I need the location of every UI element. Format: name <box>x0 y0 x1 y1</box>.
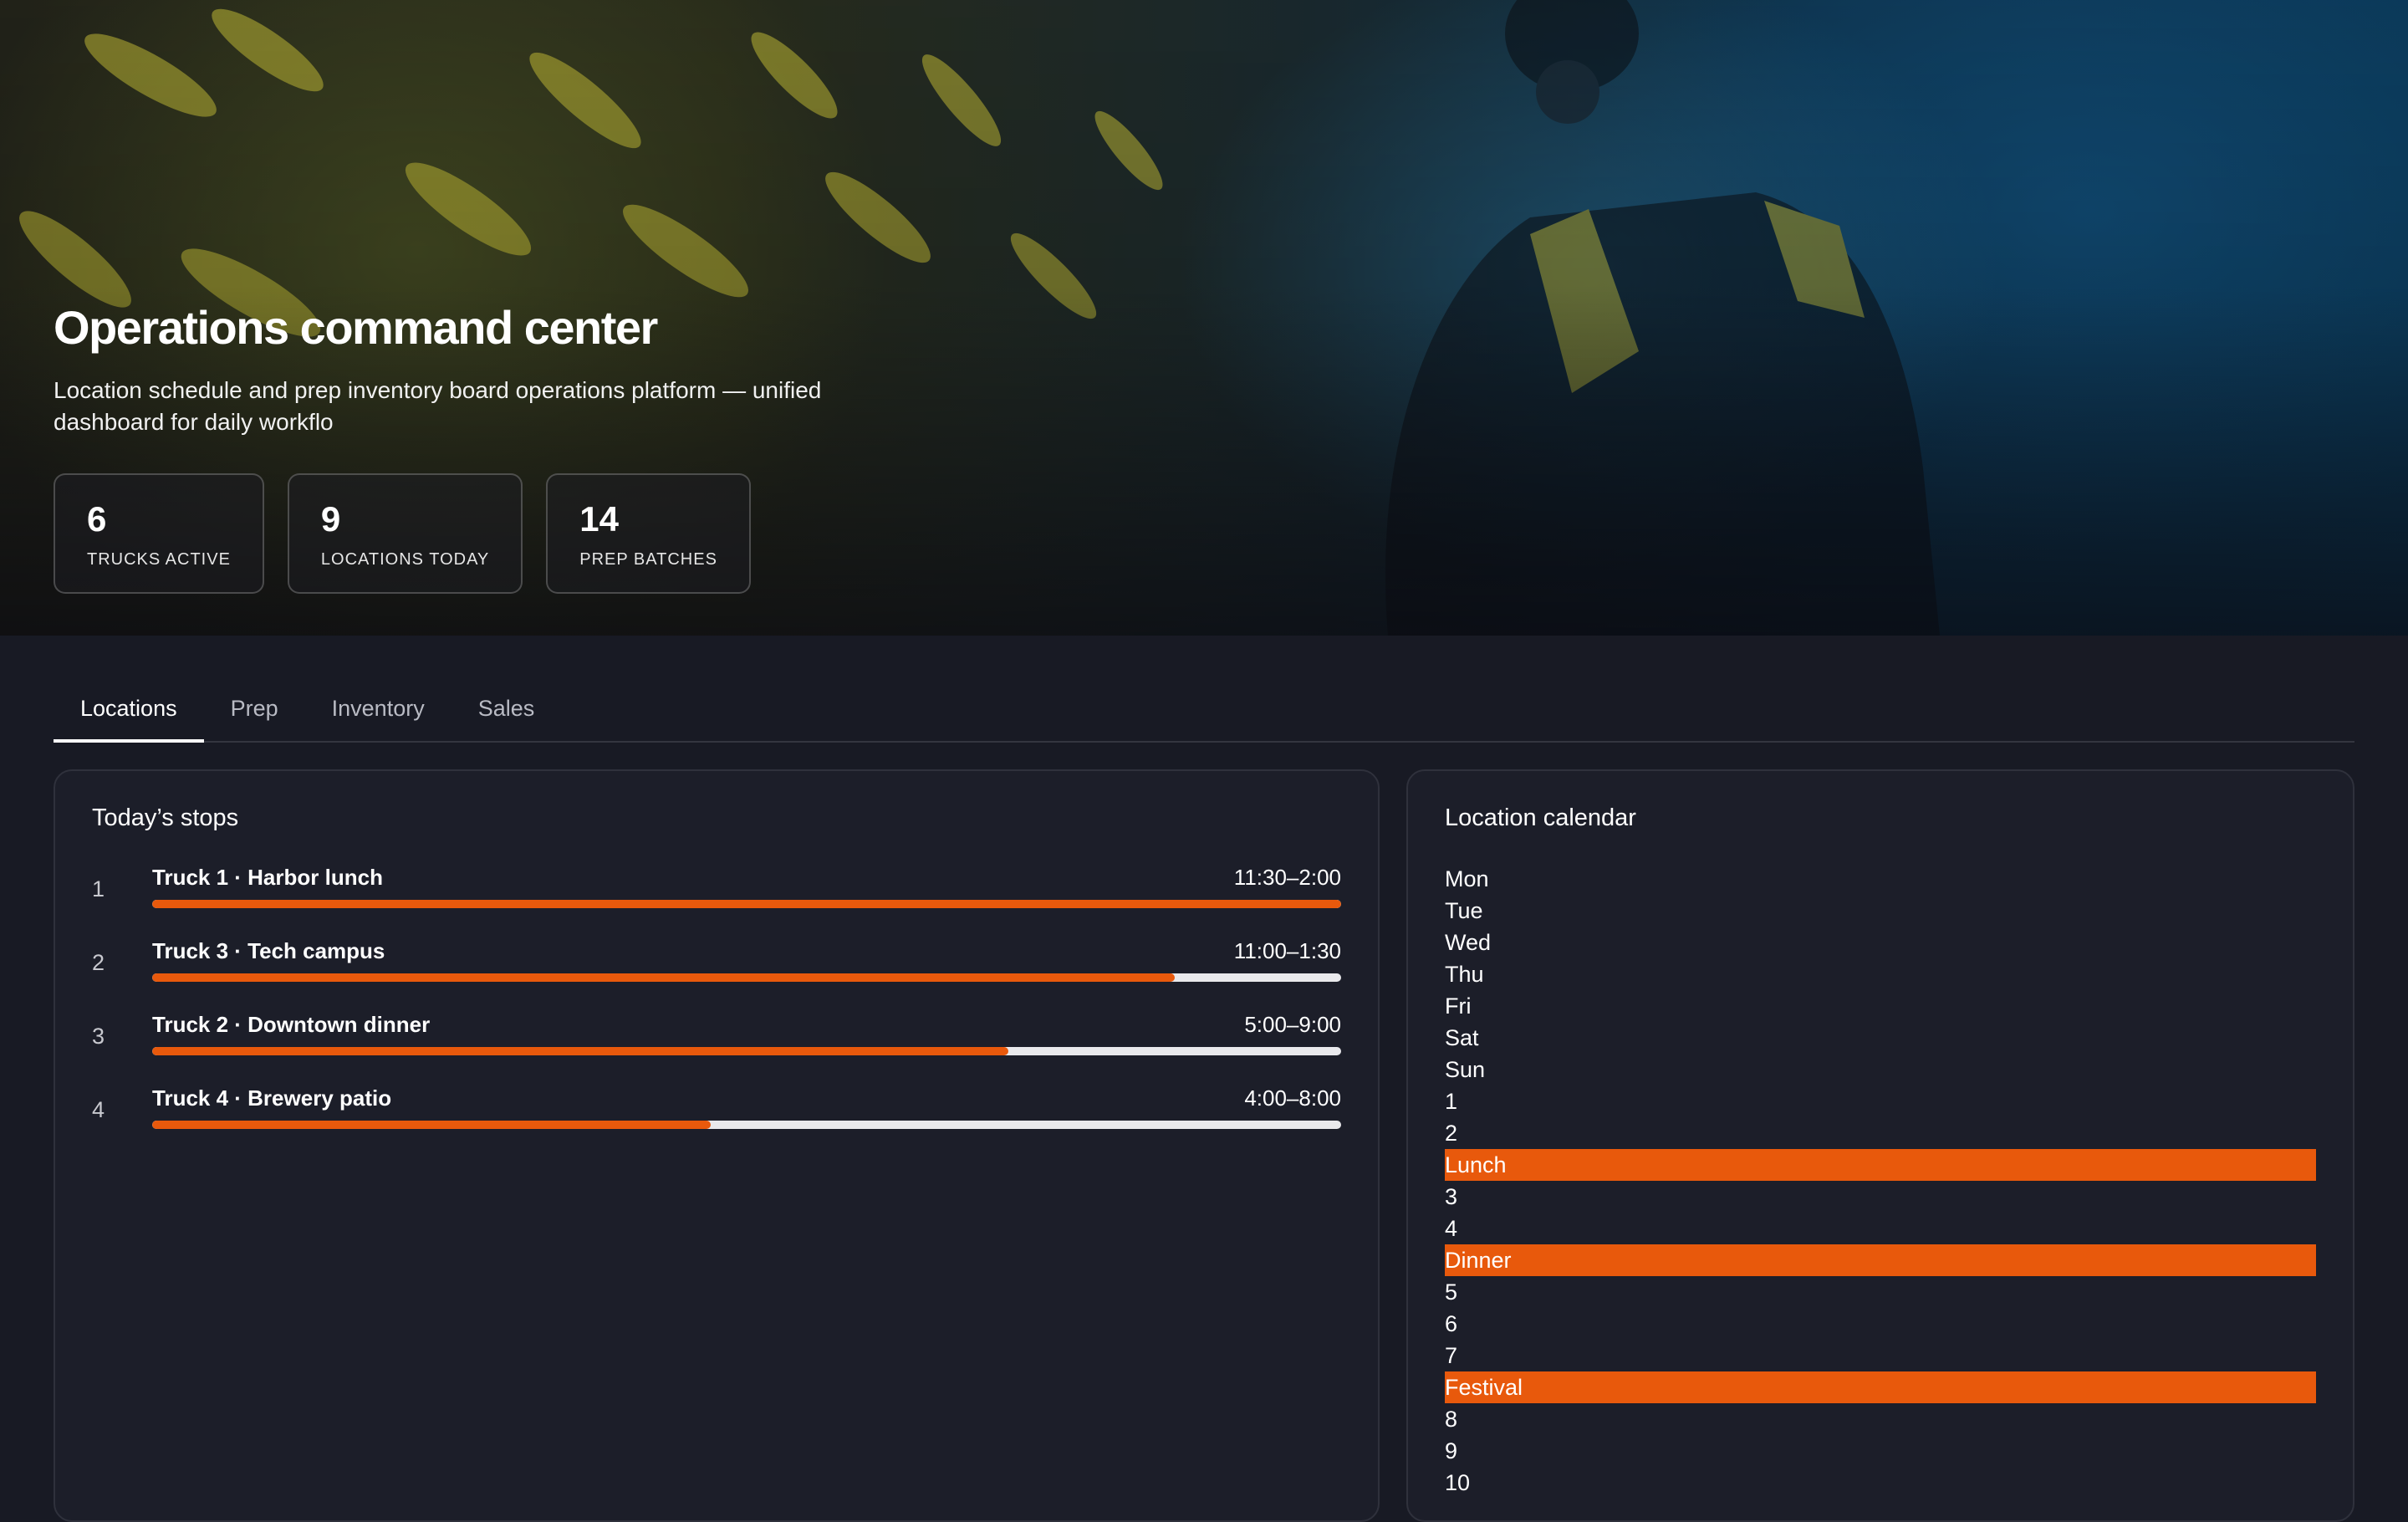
stop-time: 4:00–8:00 <box>1244 1085 1341 1111</box>
tab-prep[interactable]: Prep <box>204 679 305 743</box>
calendar-day[interactable]: 1 <box>1445 1085 2316 1117</box>
calendar-day[interactable]: 10 <box>1445 1467 2316 1499</box>
calendar-day[interactable]: 8 <box>1445 1403 2316 1435</box>
stop-progress-bar <box>152 900 1341 908</box>
calendar-weekday: Sun <box>1445 1057 1486 1082</box>
location-calendar-panel: Location calendar Mon Tue Wed Thu Fri Sa… <box>1406 769 2354 1522</box>
stop-name: Truck 2 · Downtown dinner <box>152 1012 431 1037</box>
calendar-day[interactable]: 9 <box>1445 1435 2316 1467</box>
stop-row[interactable]: 3 Truck 2 · Downtown dinner 5:00–9:00 <box>92 1012 1341 1062</box>
stop-progress-fill <box>152 973 1175 982</box>
stop-name: Truck 4 · Brewery patio <box>152 1085 392 1111</box>
page-subtitle: Location schedule and prep inventory boa… <box>54 377 822 436</box>
hero-banner: Operations command center Location sched… <box>0 0 2408 636</box>
stop-progress-bar <box>152 1047 1341 1055</box>
stop-progress-fill <box>152 1047 1008 1055</box>
stat-value: 6 <box>87 499 107 539</box>
stop-number: 3 <box>92 1024 105 1049</box>
stop-progress-bar <box>152 1121 1341 1129</box>
hero-text: Operations command center Location sched… <box>54 301 973 438</box>
stop-time: 11:30–2:00 <box>1233 865 1341 890</box>
calendar-day[interactable]: 5 <box>1445 1276 2316 1308</box>
calendar-weekday: Fri <box>1445 993 1472 1019</box>
stat-value: 14 <box>579 499 619 539</box>
calendar-event[interactable]: Festival <box>1445 1371 2316 1403</box>
page-title: Operations command center <box>54 301 658 354</box>
todays-stops-panel: Today’s stops 1 Truck 1 · Harbor lunch 1… <box>54 769 1380 1522</box>
tab-locations[interactable]: Locations <box>54 679 204 743</box>
stop-number: 4 <box>92 1097 105 1122</box>
tab-inventory[interactable]: Inventory <box>305 679 452 743</box>
stop-row[interactable]: 4 Truck 4 · Brewery patio 4:00–8:00 <box>92 1085 1341 1136</box>
calendar-day[interactable]: 6 <box>1445 1308 2316 1340</box>
calendar-day[interactable]: 2 <box>1445 1117 2316 1149</box>
calendar-weekday: Sat <box>1445 1025 1479 1050</box>
stat-label: PREP BATCHES <box>579 550 717 569</box>
stop-name: Truck 3 · Tech campus <box>152 938 385 963</box>
stop-progress-bar <box>152 973 1341 982</box>
tab-bar: Locations Prep Inventory Sales <box>54 679 2354 743</box>
stop-row[interactable]: 1 Truck 1 · Harbor lunch 11:30–2:00 <box>92 865 1341 915</box>
stat-label: TRUCKS ACTIVE <box>87 550 231 569</box>
stat-card-trucks-active: 6 TRUCKS ACTIVE <box>54 473 264 594</box>
calendar-event[interactable]: Dinner <box>1445 1244 2316 1276</box>
stat-card-prep-batches: 14 PREP BATCHES <box>546 473 751 594</box>
calendar-weekday: Wed <box>1445 930 1492 955</box>
panel-title: Location calendar <box>1445 804 1636 831</box>
panel-title: Today’s stops <box>92 804 239 831</box>
tab-sales[interactable]: Sales <box>452 679 562 743</box>
stop-time: 11:00–1:30 <box>1233 938 1341 963</box>
calendar-event[interactable]: Lunch <box>1445 1149 2316 1181</box>
calendar-day[interactable]: 3 <box>1445 1181 2316 1213</box>
stat-label: LOCATIONS TODAY <box>320 550 490 569</box>
stop-name: Truck 1 · Harbor lunch <box>152 865 383 890</box>
stat-card-locations-today: 9 LOCATIONS TODAY <box>287 473 523 594</box>
stat-value: 9 <box>320 499 341 539</box>
stats-row: 6 TRUCKS ACTIVE 9 LOCATIONS TODAY 14 PRE… <box>54 473 751 594</box>
calendar-day[interactable]: 4 <box>1445 1213 2316 1244</box>
calendar-weekday: Thu <box>1445 962 1484 987</box>
calendar-list: Mon Tue Wed Thu Fri Sat Sun 1 2 Lunch 3 … <box>1445 863 2316 1499</box>
stop-number: 2 <box>92 950 105 975</box>
stop-time: 5:00–9:00 <box>1244 1012 1341 1037</box>
stop-progress-fill <box>152 900 1341 908</box>
calendar-weekday: Mon <box>1445 866 1489 891</box>
calendar-weekday: Tue <box>1445 898 1483 923</box>
stop-row[interactable]: 2 Truck 3 · Tech campus 11:00–1:30 <box>92 938 1341 988</box>
calendar-day[interactable]: 7 <box>1445 1340 2316 1371</box>
stop-progress-fill <box>152 1121 712 1129</box>
stop-number: 1 <box>92 876 105 901</box>
